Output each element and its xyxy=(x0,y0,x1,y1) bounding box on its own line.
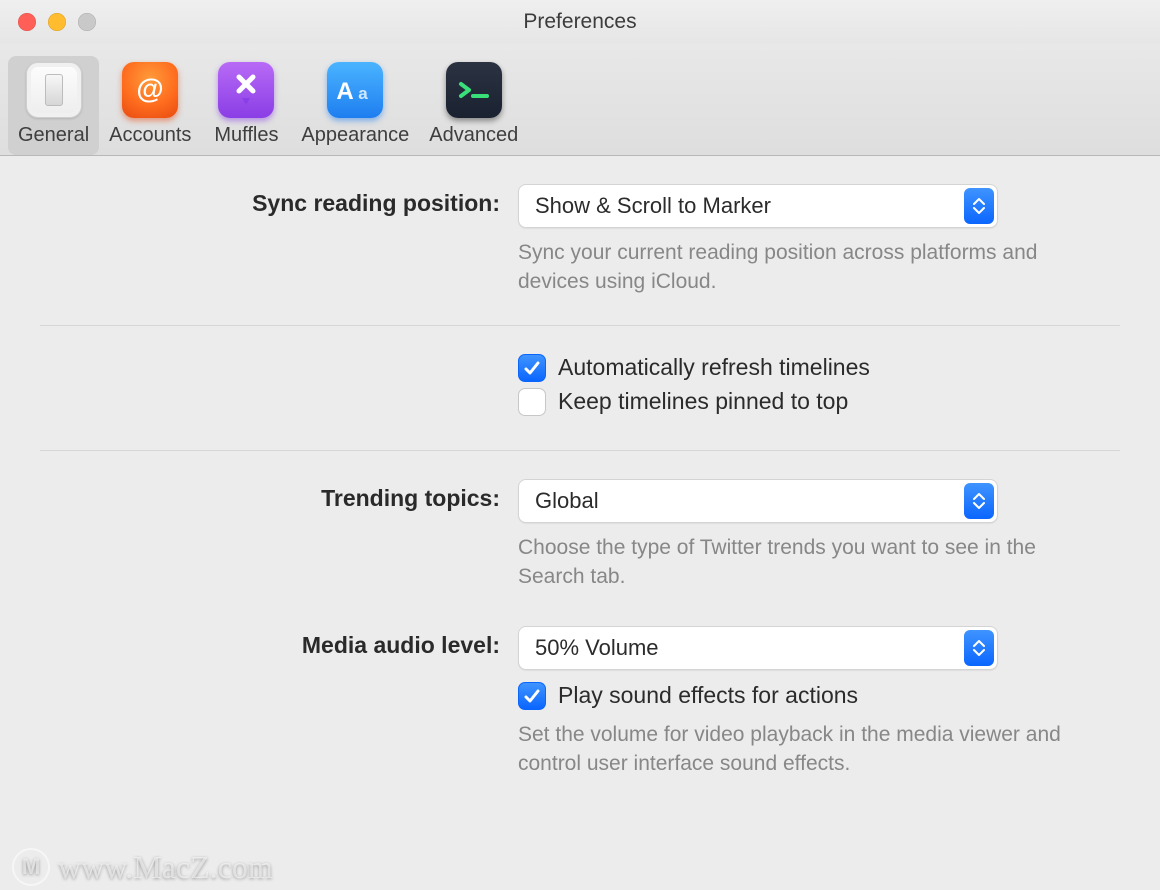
sync-reading-position-select[interactable]: Show & Scroll to Marker xyxy=(518,184,998,228)
watermark: M www.MacZ.com xyxy=(12,848,273,886)
window-minimize-button[interactable] xyxy=(48,13,66,31)
sync-reading-position-label: Sync reading position: xyxy=(252,190,500,216)
general-icon xyxy=(26,62,82,118)
tab-label: Advanced xyxy=(429,124,518,147)
media-audio-level-label: Media audio level: xyxy=(302,632,500,658)
svg-text:@: @ xyxy=(137,73,164,104)
trending-topics-helper: Choose the type of Twitter trends you wa… xyxy=(518,533,1078,592)
appearance-icon: A a xyxy=(327,62,383,118)
keep-pinned-label: Keep timelines pinned to top xyxy=(558,388,848,415)
chevron-up-down-icon xyxy=(964,483,994,519)
sound-effects-checkbox[interactable] xyxy=(518,682,546,710)
chevron-up-down-icon xyxy=(964,630,994,666)
row-trending-topics: Trending topics: Global Choose the type … xyxy=(40,479,1120,592)
row-timelines: Automatically refresh timelines Keep tim… xyxy=(40,354,1120,422)
auto-refresh-checkbox[interactable] xyxy=(518,354,546,382)
trending-topics-label: Trending topics: xyxy=(321,485,500,511)
row-sync-reading-position: Sync reading position: Show & Scroll to … xyxy=(40,184,1120,297)
window-zoom-button[interactable] xyxy=(78,13,96,31)
sound-effects-label: Play sound effects for actions xyxy=(558,682,858,709)
auto-refresh-label: Automatically refresh timelines xyxy=(558,354,870,381)
accounts-icon: @ xyxy=(122,62,178,118)
tab-accounts[interactable]: @ Accounts xyxy=(99,56,201,155)
tab-label: Accounts xyxy=(109,124,191,147)
preferences-toolbar: General @ Accounts Muffles A xyxy=(0,44,1160,156)
window-title: Preferences xyxy=(0,10,1160,34)
tab-advanced[interactable]: Advanced xyxy=(419,56,528,155)
select-value: 50% Volume xyxy=(535,635,659,661)
select-value: Global xyxy=(535,488,599,514)
trending-topics-select[interactable]: Global xyxy=(518,479,998,523)
watermark-logo-icon: M xyxy=(12,848,50,886)
svg-text:a: a xyxy=(359,84,369,103)
chevron-up-down-icon xyxy=(964,188,994,224)
sync-reading-position-helper: Sync your current reading position acros… xyxy=(518,238,1078,297)
titlebar: Preferences xyxy=(0,0,1160,44)
divider xyxy=(40,450,1120,451)
general-pane: Sync reading position: Show & Scroll to … xyxy=(0,156,1160,826)
watermark-text: www.MacZ.com xyxy=(58,849,273,886)
row-media-audio-level: Media audio level: 50% Volume Play sound… xyxy=(40,626,1120,779)
window-close-button[interactable] xyxy=(18,13,36,31)
svg-text:A: A xyxy=(337,78,354,105)
tab-label: Muffles xyxy=(214,124,278,147)
keep-pinned-checkbox[interactable] xyxy=(518,388,546,416)
media-audio-level-helper: Set the volume for video playback in the… xyxy=(518,720,1078,779)
tab-appearance[interactable]: A a Appearance xyxy=(291,56,419,155)
media-audio-level-select[interactable]: 50% Volume xyxy=(518,626,998,670)
muffles-icon xyxy=(218,62,274,118)
select-value: Show & Scroll to Marker xyxy=(535,193,771,219)
tab-muffles[interactable]: Muffles xyxy=(201,56,291,155)
traffic-lights xyxy=(0,13,96,31)
tab-label: General xyxy=(18,124,89,147)
divider xyxy=(40,325,1120,326)
tab-label: Appearance xyxy=(301,124,409,147)
advanced-icon xyxy=(446,62,502,118)
tab-general[interactable]: General xyxy=(8,56,99,155)
